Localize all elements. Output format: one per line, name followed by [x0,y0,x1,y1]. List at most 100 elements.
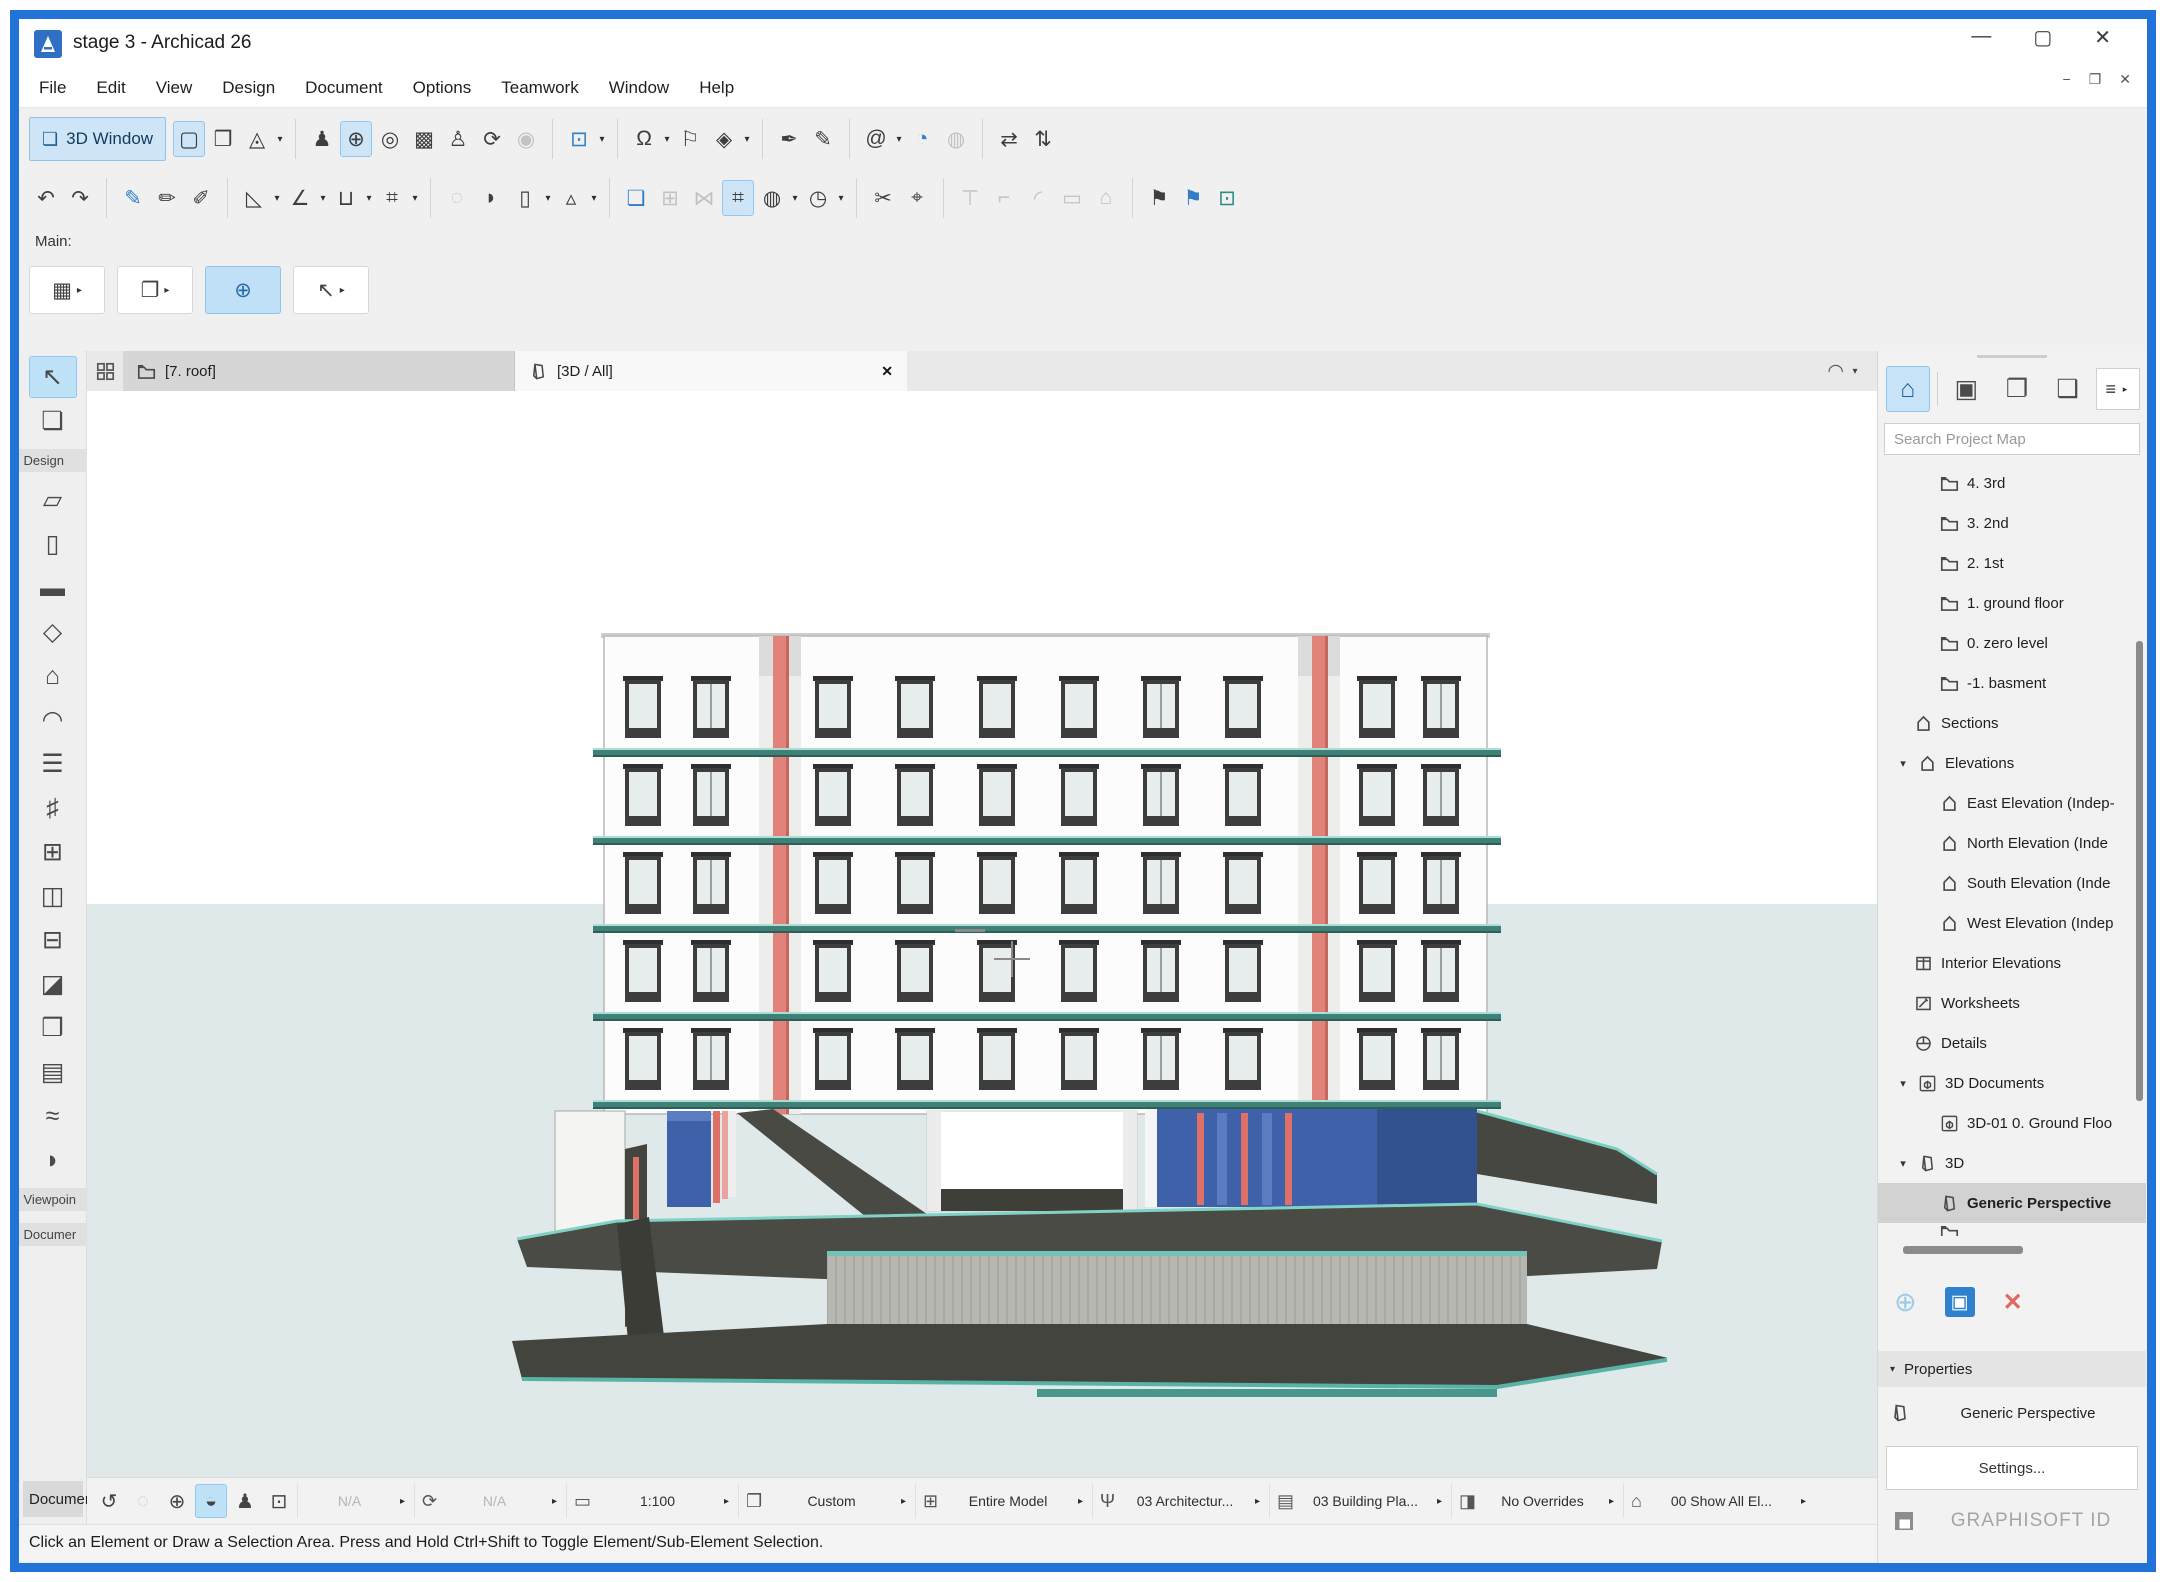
partial-structure-dropdown[interactable]: ⊞Entire Model▸ [915,1484,1090,1518]
magnet-icon[interactable]: Ω [628,121,660,157]
tree-item[interactable]: Interior Elevations [1878,943,2146,983]
navigator-popup-button[interactable]: ◠ ▾ [1827,351,1877,391]
flag-icon[interactable]: ⚑ [1143,180,1175,216]
menu-file[interactable]: File [39,78,66,98]
capsule-icon-dropdown[interactable]: ▾ [542,193,554,204]
grid-icon[interactable]: ⌗ [376,180,408,216]
add-viewpoint-icon[interactable]: ⊕ [1894,1287,1917,1318]
menu-help[interactable]: Help [699,78,734,98]
menu-document[interactable]: Document [305,78,382,98]
camera-icon[interactable]: ♙ [442,121,474,157]
clock-icon[interactable]: ◷ [802,180,834,216]
doc-close-button[interactable]: ✕ [2119,71,2131,88]
doc-restore-button[interactable]: ❐ [2089,71,2102,88]
trim-icon-dropdown[interactable]: ▾ [363,193,375,204]
undo-icon[interactable]: ↶ [30,180,62,216]
gravity-icon[interactable]: ⚐ [674,121,706,157]
fit-in-window-icon[interactable]: ↺ [93,1484,125,1518]
doc-minimize-button[interactable]: − [2063,71,2071,88]
find-select-icon[interactable]: @ [860,121,892,157]
tree-item[interactable]: ▾Elevations [1878,743,2146,783]
quad-view-icon[interactable] [87,351,123,391]
layers-icon[interactable]: ❏ [620,180,652,216]
tree-item[interactable]: 2. 1st [1878,543,2146,583]
pen-set-dropdown[interactable]: ▤03 Building Pla...▸ [1269,1484,1449,1518]
beam-tool[interactable]: ▬ [29,567,77,609]
close-button[interactable]: ✕ [2094,25,2111,50]
stair-tool[interactable]: ☰ [29,743,77,785]
orbit-icon[interactable]: ⊕ [340,121,372,157]
lock-teal-icon[interactable]: ⊡ [1211,180,1243,216]
publisher-icon[interactable]: ❑ [2046,366,2090,412]
measure-icon[interactable]: ◺ [238,180,270,216]
maximize-button[interactable]: ▢ [2033,25,2052,50]
inject-parameters-icon[interactable]: ✏ [151,180,183,216]
zoom-out-icon[interactable]: ◌ [127,1484,159,1518]
tab-close-icon[interactable]: ✕ [881,363,893,380]
corner-icon[interactable]: ⌐ [988,180,1020,216]
arc-icon[interactable]: ◜ [1022,180,1054,216]
arrow-tool-button[interactable]: ↖▸ [293,266,369,314]
angle-icon-dropdown[interactable]: ▾ [317,193,329,204]
marker-icon-dropdown[interactable]: ▾ [588,193,600,204]
capsule-icon[interactable]: ▯ [509,180,541,216]
orbit-small-icon-dropdown[interactable]: ▾ [789,193,801,204]
chevron-down-icon[interactable]: ▾ [1896,1157,1910,1170]
find-select-icon-dropdown[interactable]: ▾ [893,134,905,145]
layout-book-icon[interactable]: ❐ [1995,366,2039,412]
frame-view-icon[interactable]: ▩ [408,121,440,157]
box-icon[interactable]: ▭ [1056,180,1088,216]
3d-window-button[interactable]: ❏ 3D Window [29,117,166,161]
magnet-icon-dropdown[interactable]: ▾ [661,134,673,145]
menu-teamwork[interactable]: Teamwork [501,78,578,98]
delete-icon[interactable]: ✕ [2003,1288,2023,1317]
tree-item[interactable]: Sections [1878,703,2146,743]
orbit-button[interactable]: ⊕ [205,266,281,314]
tree-item[interactable]: 1. ground floor [1878,583,2146,623]
tree-item[interactable]: Details [1878,1023,2146,1063]
measure-icon-dropdown[interactable]: ▾ [271,193,283,204]
tree-item[interactable]: East Elevation (Indep- [1878,783,2146,823]
zoom-level-dropdown[interactable]: N/A▸ [297,1484,412,1518]
object-tool[interactable]: ❒ [29,1007,77,1049]
teamwork-reserve-icon[interactable]: ◔ [906,121,938,157]
tsquare-icon[interactable]: ⊤ [954,180,986,216]
arrow-tool[interactable]: ↖ [29,356,77,398]
redo-icon[interactable]: ↷ [64,180,96,216]
door-tool[interactable]: ◫ [29,875,77,917]
turntable-icon[interactable]: ⟳ [476,121,508,157]
orientation-dropdown[interactable]: ⟳N/A▸ [414,1484,564,1518]
view-map-icon[interactable]: ▣ [1945,366,1989,412]
3d-viewport[interactable] [87,391,1877,1477]
angle-icon[interactable]: ∠ [284,180,316,216]
zoom-box-icon[interactable]: ⊡ [263,1484,295,1518]
marker-icon[interactable]: ▵ [555,180,587,216]
tree-vertical-scrollbar[interactable] [2136,641,2143,1101]
menu-view[interactable]: View [156,78,193,98]
organizer-button[interactable]: ≡▸ [2096,368,2140,410]
orbit-small-icon[interactable]: ◍ [756,180,788,216]
cut-icon[interactable]: ✂ [867,180,899,216]
tree-item[interactable]: South Elevation (Inde [1878,863,2146,903]
scale-dropdown[interactable]: ▭1:100▸ [566,1484,736,1518]
renovation-dropdown[interactable]: ⌂00 Show All El...▸ [1623,1484,1813,1518]
link-icon[interactable]: ⋈ [688,180,720,216]
lock-view-icon[interactable]: ⊡ [563,121,595,157]
chevron-down-icon[interactable]: ▾ [1896,1077,1910,1090]
walk-icon[interactable]: ♟ [306,121,338,157]
tree-item[interactable]: 3. 2nd [1878,503,2146,543]
grid-icon-dropdown[interactable]: ▾ [409,193,421,204]
chevron-down-icon[interactable]: ▾ [1896,757,1910,770]
zoom-in-icon[interactable]: ⊕ [161,1484,193,1518]
roof-tool[interactable]: ⌂ [29,655,77,697]
perspective-view-icon[interactable]: ▢ [173,121,205,157]
skylight-tool[interactable]: ◪ [29,963,77,1005]
droplet-icon[interactable]: ◗ [475,180,507,216]
tree-item[interactable]: 0. zero level [1878,623,2146,663]
menu-window[interactable]: Window [609,78,669,98]
house-icon[interactable]: ⌂ [1090,180,1122,216]
panel-drag-handle[interactable] [1977,355,2047,358]
shell-tool[interactable]: ◠ [29,699,77,741]
menu-edit[interactable]: Edit [96,78,125,98]
curtain-wall-tool[interactable]: ⊞ [29,831,77,873]
